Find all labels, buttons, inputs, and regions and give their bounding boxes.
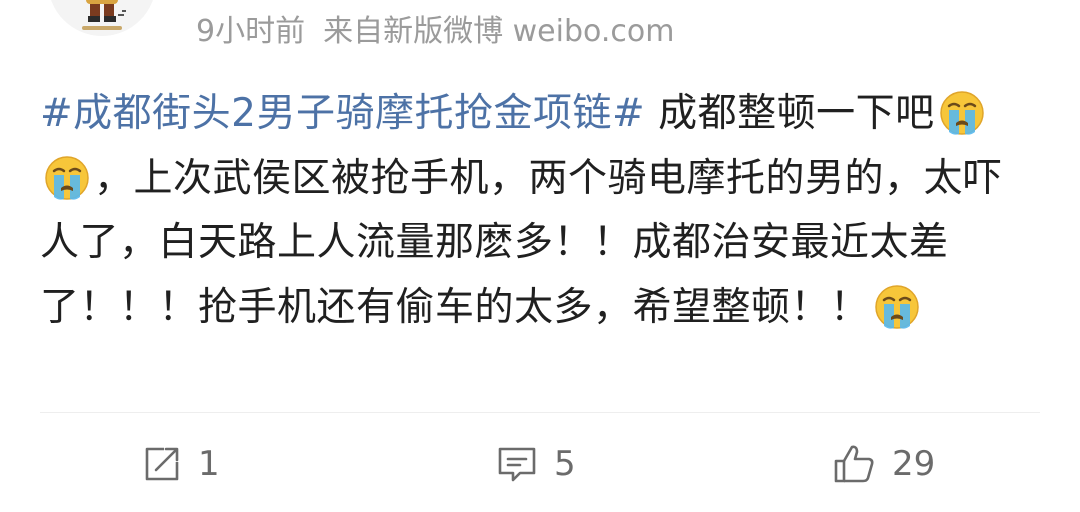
crying-face-icon bbox=[939, 91, 984, 135]
divider bbox=[40, 412, 1040, 413]
post-body: #成都街头2男子骑摩托抢金项链# 成都整顿一下吧 ，上次武侯区被抢手机，两个骑电… bbox=[40, 82, 1040, 340]
post-time: 9小时前 bbox=[196, 14, 306, 49]
weibo-post: 9小时前 来自新版微博 weibo.com #成都街头2男子骑摩托抢金项链# 成都… bbox=[0, 0, 1080, 512]
like-count: 29 bbox=[892, 444, 936, 484]
post-text-part-1: 成都整顿一下吧 bbox=[645, 91, 935, 136]
share-icon bbox=[145, 447, 179, 481]
post-text-part-2: ，上次武侯区被抢手机，两个骑电摩托的男的，太吓人了，白天路上人流量那麽多！！成都… bbox=[40, 155, 1003, 330]
post-source: 来自新版微博 weibo.com bbox=[323, 14, 675, 49]
share-button[interactable]: 1 bbox=[142, 436, 220, 492]
avatar-image bbox=[51, 0, 153, 36]
comment-button[interactable]: 5 bbox=[496, 436, 576, 492]
post-meta: 9小时前 来自新版微博 weibo.com bbox=[196, 10, 674, 54]
comment-count: 5 bbox=[554, 444, 576, 484]
crying-face-icon bbox=[45, 155, 89, 200]
crying-face-icon bbox=[874, 284, 919, 329]
hashtag-link[interactable]: #成都街头2男子骑摩托抢金项链# bbox=[40, 91, 645, 136]
avatar[interactable] bbox=[48, 0, 156, 36]
like-button[interactable]: 29 bbox=[832, 436, 935, 492]
comment-icon bbox=[498, 447, 536, 482]
thumbs-up-icon bbox=[834, 445, 874, 483]
share-count: 1 bbox=[198, 444, 220, 484]
action-bar: 1 5 29 bbox=[0, 436, 1080, 492]
